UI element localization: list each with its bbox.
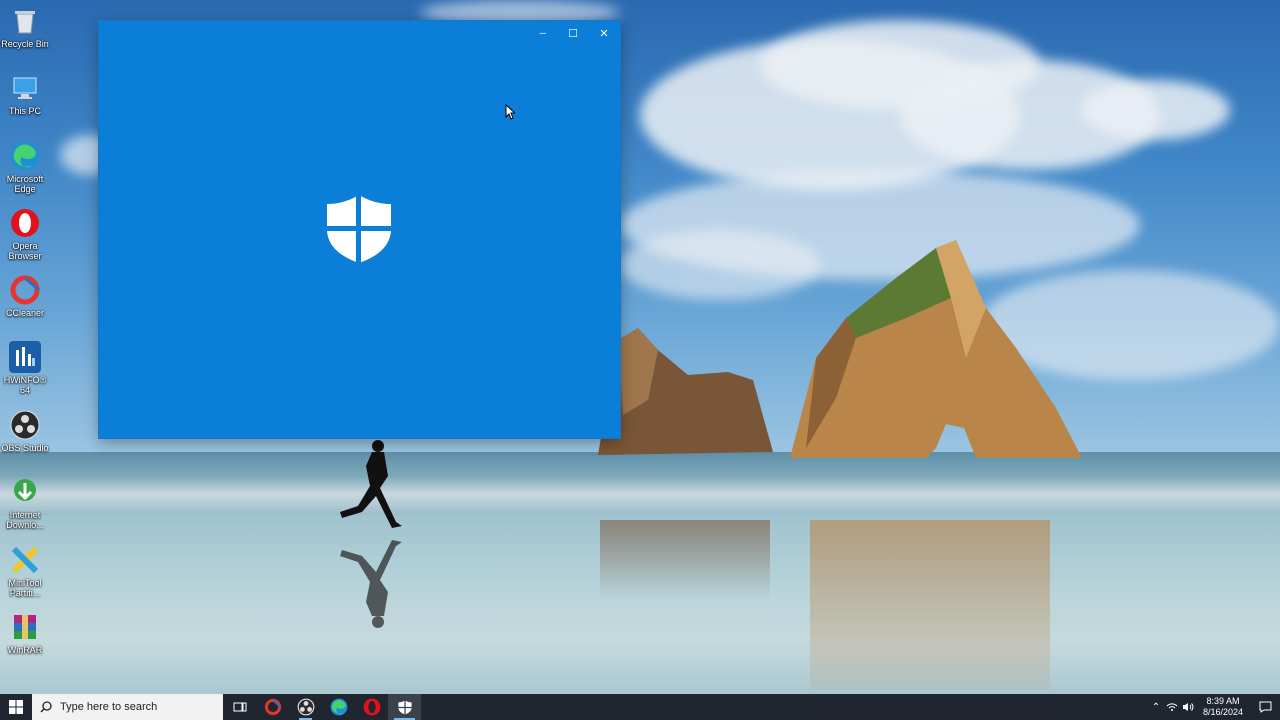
rock-reflection-arch	[810, 520, 1050, 690]
show-hidden-icons-button[interactable]: ⌃	[1148, 694, 1164, 720]
this-pc-icon	[9, 72, 41, 104]
search-icon	[40, 701, 52, 713]
task-view-icon	[233, 702, 246, 712]
obs-icon	[297, 698, 314, 716]
desktop-icon-minitool[interactable]: MiniTool Partiti...	[2, 544, 48, 598]
winrar-icon	[9, 611, 41, 643]
volume-button[interactable]	[1180, 694, 1196, 720]
system-tray: ⌃ 8:39 AM 8/16/2024	[1148, 694, 1280, 720]
desktop-icon-this-pc[interactable]: This PC	[2, 72, 48, 116]
runner-reflection	[340, 540, 402, 628]
minitool-partition-icon	[9, 544, 41, 576]
close-button[interactable]: ✕	[589, 21, 619, 45]
windows-logo-icon	[9, 700, 23, 714]
taskbar-clock[interactable]: 8:39 AM 8/16/2024	[1196, 696, 1250, 718]
action-center-button[interactable]	[1250, 694, 1280, 720]
maximize-icon: ☐	[568, 27, 578, 40]
clock-time: 8:39 AM	[1206, 696, 1240, 706]
chevron-up-icon: ⌃	[1151, 701, 1161, 713]
desktop-icon-label: Internet Downlo...	[6, 510, 44, 530]
volume-icon	[1183, 703, 1194, 711]
taskbar-app-obs[interactable]	[289, 694, 322, 720]
opera-icon	[363, 698, 380, 716]
taskbar-app-ccleaner[interactable]	[256, 694, 289, 720]
maximize-button[interactable]: ☐	[558, 21, 588, 45]
obs-icon	[9, 409, 41, 441]
desktop-icon-idm[interactable]: Internet Downlo...	[2, 476, 48, 530]
taskbar-app-edge[interactable]	[322, 694, 355, 720]
shield-icon	[327, 195, 391, 263]
desktop-icon-label: OBS Studio	[1, 443, 49, 453]
minimize-icon: ─	[539, 28, 547, 38]
internet-download-manager-icon	[9, 476, 41, 508]
desktop-icon-label: MiniTool Partiti...	[8, 578, 42, 598]
recycle-bin-icon	[9, 5, 41, 37]
desktop-icon-label: This PC	[8, 106, 41, 116]
minimize-button[interactable]: ─	[528, 21, 558, 45]
edge-icon	[330, 698, 347, 716]
desktop-icon-hwinfo[interactable]: HWiNFO® 64	[2, 341, 48, 395]
edge-icon	[9, 140, 41, 172]
taskbar-search-box[interactable]: Type here to search	[32, 694, 223, 720]
wallpaper-sea	[0, 452, 1280, 522]
desktop-icon-winrar[interactable]: WinRAR	[2, 611, 48, 655]
opera-icon	[9, 207, 41, 239]
desktop-icon-recycle-bin[interactable]: Recycle Bin	[1, 5, 49, 49]
mouse-cursor-icon	[505, 104, 515, 120]
ccleaner-icon	[264, 698, 281, 716]
window-titlebar[interactable]: ─ ☐ ✕	[99, 21, 620, 45]
desktop-icon-label: Recycle Bin	[1, 39, 49, 49]
network-icon	[1166, 703, 1178, 711]
clock-date: 8/16/2024	[1202, 707, 1244, 717]
desktop-icon-label: Microsoft Edge	[6, 174, 44, 194]
runner-silhouette	[340, 440, 402, 528]
desktop-icon-opera[interactable]: Opera Browser	[2, 207, 48, 261]
desktop-icon-edge[interactable]: Microsoft Edge	[2, 140, 48, 194]
desktop-icon-label: WinRAR	[7, 645, 43, 655]
ccleaner-icon	[9, 274, 41, 306]
start-button[interactable]	[0, 694, 32, 720]
rock-reflection-left	[600, 520, 770, 600]
taskbar-app-windows-security[interactable]	[388, 694, 421, 720]
windows-security-window[interactable]: ─ ☐ ✕	[99, 21, 620, 438]
taskbar-app-opera[interactable]	[355, 694, 388, 720]
notification-icon	[1259, 701, 1271, 713]
desktop-icon-label: Opera Browser	[8, 241, 42, 261]
close-icon: ✕	[599, 27, 609, 40]
desktop-icon-label: HWiNFO® 64	[3, 375, 47, 395]
desktop-icon-ccleaner[interactable]: CCleaner	[2, 274, 48, 318]
hwinfo-icon	[9, 341, 41, 373]
shield-icon	[397, 700, 412, 714]
search-placeholder: Type here to search	[60, 701, 158, 713]
desktop-icon-label: CCleaner	[5, 308, 45, 318]
taskbar: Type here to search ⌃ 8:39 AM 8/16/2024	[0, 694, 1280, 720]
task-view-button[interactable]	[223, 694, 256, 720]
network-button[interactable]	[1164, 694, 1180, 720]
desktop-icon-obs[interactable]: OBS Studio	[1, 409, 49, 453]
rock-formation-arch	[790, 240, 1082, 458]
